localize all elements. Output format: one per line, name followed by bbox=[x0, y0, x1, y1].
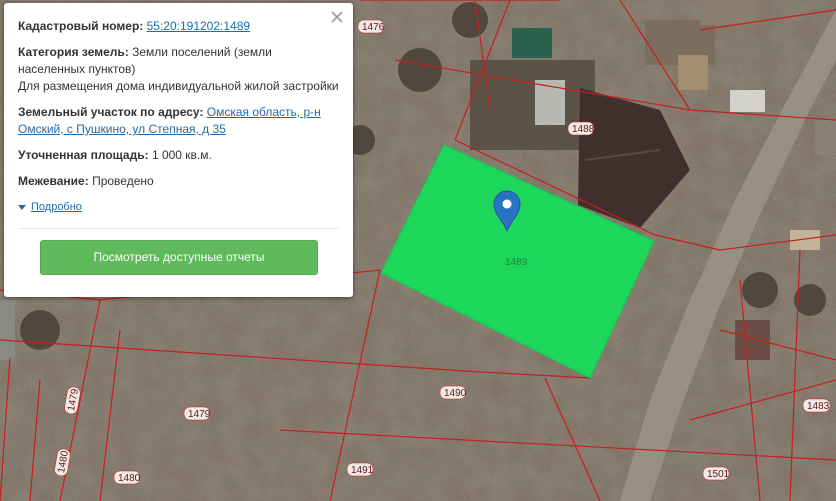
house-lower-right bbox=[735, 320, 770, 360]
category-label: Категория земель: bbox=[18, 45, 129, 59]
parcel-label-1490-text: 1490 bbox=[444, 388, 467, 399]
shed-3 bbox=[730, 90, 765, 112]
parcel-label-1488-text: 1488 bbox=[572, 124, 595, 135]
cadastral-number-link[interactable]: 55:20:191202:1489 bbox=[147, 19, 250, 33]
parcel-label-1491[interactable]: 1491 bbox=[346, 462, 374, 477]
parcel-label-1501[interactable]: 1501 bbox=[702, 466, 730, 481]
parcel-label-1480[interactable]: 1480 bbox=[113, 470, 141, 485]
area-row: Уточненная площадь: 1 000 кв.м. bbox=[18, 147, 339, 164]
parcel-info-popup: Кадастровый номер: 55:20:191202:1489 Кат… bbox=[4, 3, 353, 297]
usage-value: Для размещения дома индивидуальной жилой… bbox=[18, 79, 339, 93]
parcel-label-1479[interactable]: 1479 bbox=[183, 406, 211, 421]
parcel-label-1479-text: 1479 bbox=[188, 409, 211, 420]
survey-row: Межевание: Проведено bbox=[18, 173, 339, 190]
shed-4 bbox=[700, 0, 755, 25]
parcel-label-1476[interactable]: 1476 bbox=[357, 19, 385, 34]
cadastral-row: Кадастровый номер: 55:20:191202:1489 bbox=[18, 18, 339, 35]
cadastral-label: Кадастровый номер: bbox=[18, 19, 144, 33]
house-left bbox=[0, 300, 15, 360]
area-label: Уточненная площадь: bbox=[18, 148, 149, 162]
close-icon[interactable] bbox=[330, 10, 344, 24]
parcel-label-1489[interactable]: 1489 bbox=[505, 257, 528, 268]
survey-value: Проведено bbox=[92, 174, 154, 188]
address-row: Земельный участок по адресу: Омская обла… bbox=[18, 104, 339, 138]
divider bbox=[18, 228, 339, 229]
parcel-label-1490[interactable]: 1490 bbox=[439, 385, 467, 400]
details-label: Подробно bbox=[31, 201, 82, 213]
view-reports-button[interactable]: Посмотреть доступные отчеты bbox=[40, 240, 318, 275]
category-row: Категория земель: Земли поселений (земли… bbox=[18, 44, 339, 95]
address-label: Земельный участок по адресу: bbox=[18, 105, 204, 119]
parcel-label-1483[interactable]: 1483 bbox=[802, 398, 831, 413]
parcel-label-1491-text: 1491 bbox=[351, 465, 374, 476]
details-toggle[interactable]: Подробно bbox=[18, 199, 339, 216]
survey-label: Межевание: bbox=[18, 174, 89, 188]
parcel-label-1501-text: 1501 bbox=[707, 469, 730, 480]
triangle-down-icon bbox=[18, 205, 26, 210]
parcel-label-1480-text: 1480 bbox=[118, 473, 141, 484]
area-value: 1 000 кв.м. bbox=[151, 148, 212, 162]
parcel-label-1489-text: 1489 bbox=[505, 257, 528, 268]
parcel-label-1476-text: 1476 bbox=[362, 22, 385, 33]
shed-2 bbox=[678, 55, 708, 90]
parcel-label-1488[interactable]: 1488 bbox=[567, 121, 595, 136]
parcel-label-1483-text: 1483 bbox=[807, 401, 830, 412]
roof-green bbox=[512, 28, 552, 58]
house-right bbox=[815, 120, 836, 155]
